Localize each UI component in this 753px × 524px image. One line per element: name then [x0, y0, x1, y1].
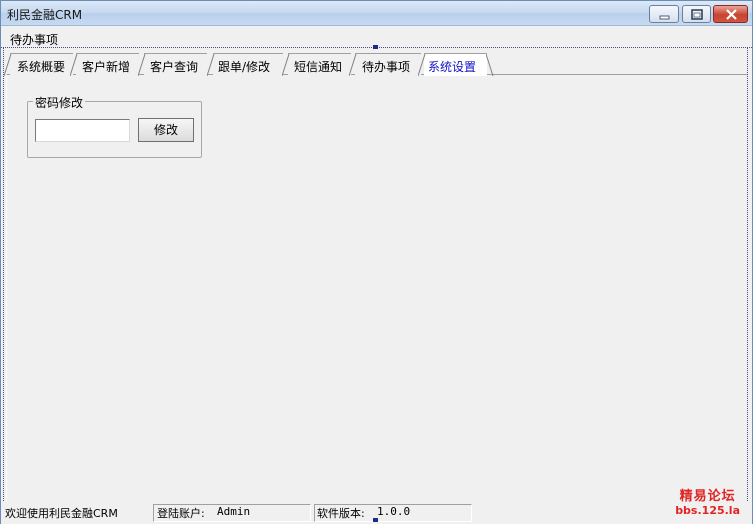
tab-followup-edit[interactable]: 跟单/修改 [207, 53, 283, 76]
tab-edge [486, 54, 494, 76]
forum-watermark: 精易论坛 bbs.125.la [675, 485, 740, 517]
watermark-line2: bbs.125.la [675, 504, 740, 517]
menu-bar: 待办事项 [1, 27, 752, 47]
tab-edge [207, 54, 215, 76]
tab-edge [349, 54, 357, 76]
tab-label: 客户查询 [150, 60, 199, 74]
password-input[interactable] [35, 119, 130, 142]
tab-label: 跟单/修改 [218, 60, 271, 74]
resize-handle-top[interactable] [373, 45, 378, 49]
tab-sms-notice[interactable]: 短信通知 [282, 53, 351, 76]
app-window: 利民金融CRM 待办事项 系统概要 客户新增 客户查询 跟单/修改 短信通知 待… [0, 0, 753, 524]
minimize-button[interactable] [649, 5, 679, 23]
tab-system-overview[interactable]: 系统概要 [4, 53, 73, 76]
tab-label: 客户新增 [82, 60, 131, 74]
change-password-button[interactable]: 修改 [138, 118, 194, 142]
login-value: Admin [217, 505, 251, 518]
tab-edge [138, 54, 146, 76]
tab-label: 待办事项 [362, 60, 411, 74]
tab-edge [4, 54, 12, 76]
close-icon [726, 9, 737, 20]
tab-label: 系统概要 [17, 60, 66, 74]
tab-customer-add[interactable]: 客户新增 [70, 53, 139, 76]
design-guide-left [3, 47, 4, 524]
welcome-text: 欢迎使用利民金融CRM [5, 507, 118, 520]
tab-customer-query[interactable]: 客户查询 [138, 53, 207, 76]
menu-item-todo[interactable]: 待办事项 [10, 31, 58, 48]
resize-handle-bottom[interactable] [373, 518, 378, 522]
tab-todo[interactable]: 待办事项 [349, 53, 421, 76]
close-button[interactable] [713, 5, 748, 23]
tab-system-settings[interactable]: 系统设置 [418, 53, 494, 76]
title-bar[interactable]: 利民金融CRM [1, 1, 752, 26]
version-label: 软件版本: [317, 507, 365, 520]
watermark-line1: 精易论坛 [679, 489, 736, 504]
design-guide-right [747, 47, 748, 524]
password-group-title: 密码修改 [33, 94, 86, 111]
window-title: 利民金融CRM [7, 8, 83, 22]
minimize-icon [659, 15, 670, 20]
restore-icon [691, 9, 703, 20]
tab-label: 短信通知 [294, 60, 343, 74]
tab-label: 系统设置 [428, 60, 477, 74]
maximize-button[interactable] [682, 5, 711, 23]
version-value: 1.0.0 [377, 505, 411, 518]
tab-edge [282, 54, 290, 76]
tab-edge [418, 54, 426, 76]
tab-edge [70, 54, 78, 76]
login-label: 登陆账户: [157, 507, 205, 520]
tab-strip: 系统概要 客户新增 客户查询 跟单/修改 短信通知 待办事项 系统设置 [4, 53, 746, 76]
